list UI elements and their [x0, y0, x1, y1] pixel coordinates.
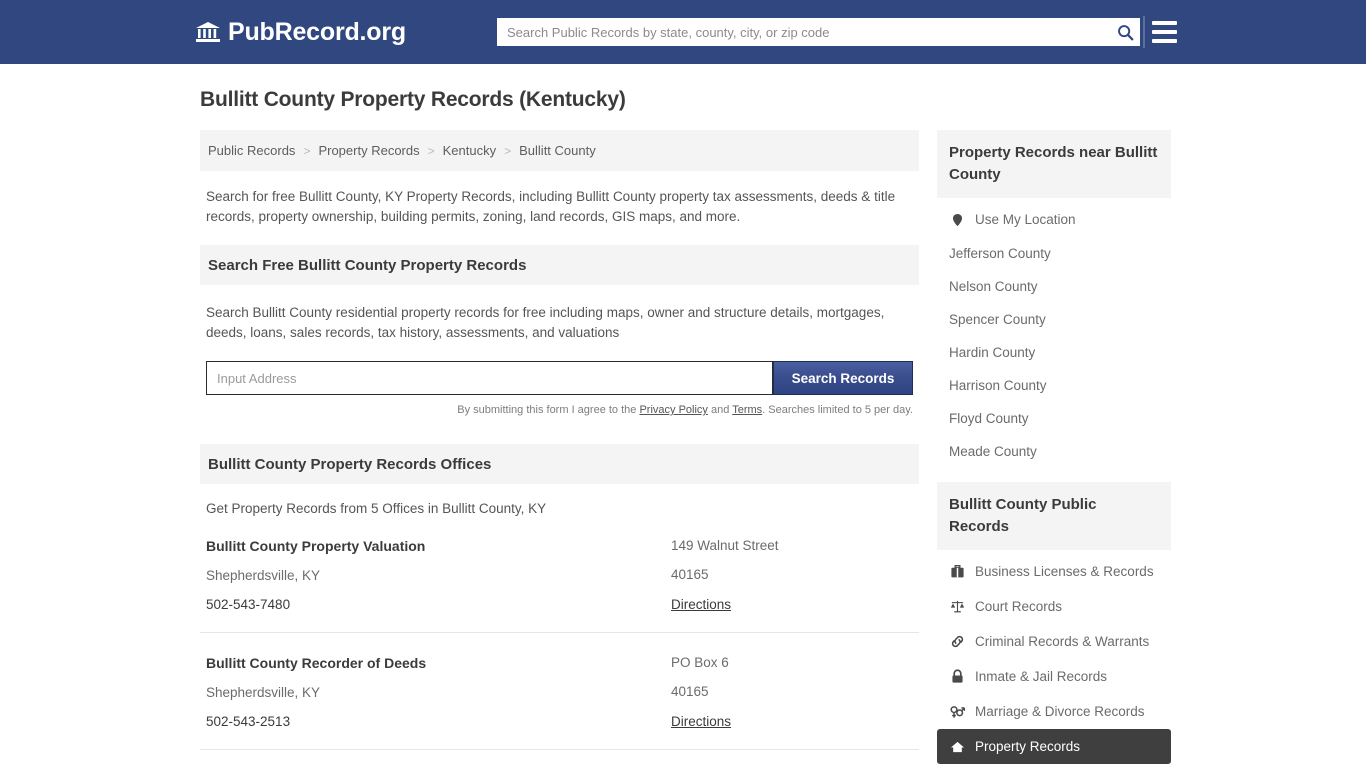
- breadcrumb: Public Records > Property Records > Kent…: [200, 130, 919, 171]
- breadcrumb-separator-icon: >: [504, 143, 512, 158]
- house-icon: [949, 738, 966, 755]
- content-columns: Public Records > Property Records > Kent…: [200, 130, 1171, 768]
- hamburger-bar: [1152, 39, 1177, 43]
- sidebar-item-court-records[interactable]: Court Records: [937, 589, 1171, 624]
- hamburger-bar: [1152, 21, 1177, 25]
- hamburger-bar: [1152, 30, 1177, 34]
- office-city: Shepherdsville, KY: [206, 685, 321, 700]
- office-right-column: 149 Walnut Street 40165 Directions: [671, 538, 913, 614]
- sidebar-item-label: Marriage & Divorce Records: [974, 704, 1145, 719]
- sidebar-item-label: Court Records: [974, 599, 1063, 614]
- brand-logo-link[interactable]: PubRecord.org: [195, 18, 406, 47]
- offices-section-description: Get Property Records from 5 Offices in B…: [206, 501, 547, 516]
- directions-link[interactable]: Directions: [671, 597, 731, 612]
- office-city: Shepherdsville, KY: [206, 568, 321, 583]
- office-phone[interactable]: 502-543-7480: [206, 597, 671, 612]
- disclaimer-and: and: [707, 404, 733, 416]
- briefcase-icon: [949, 563, 966, 580]
- sidebar-item-marriage-divorce-records[interactable]: Marriage & Divorce Records: [937, 694, 1171, 729]
- office-zip: 40165: [671, 684, 709, 699]
- sidebar-item-label: Property Records: [974, 739, 1081, 754]
- sidebar-item-nelson-county[interactable]: Nelson County: [937, 270, 1171, 303]
- sidebar-item-label: Meade County: [948, 444, 1037, 459]
- sidebar-item-inmate-jail-records[interactable]: Inmate & Jail Records: [937, 659, 1171, 694]
- sidebar-item-criminal-records[interactable]: Criminal Records & Warrants: [937, 624, 1171, 659]
- breadcrumb-item-public-records[interactable]: Public Records: [208, 143, 295, 158]
- search-section-description: Search Bullitt County residential proper…: [206, 305, 885, 340]
- sidebar-item-label: Spencer County: [948, 312, 1046, 327]
- terms-link[interactable]: Terms: [732, 404, 762, 416]
- sidebar-item-label: Harrison County: [948, 378, 1047, 393]
- sidebar-public-records-list: Business Licenses & Records Court Record…: [936, 550, 1171, 764]
- sidebar-item-floyd-county[interactable]: Floyd County: [937, 402, 1171, 435]
- lock-icon: [949, 668, 966, 685]
- sidebar-item-label: Use My Location: [974, 212, 1076, 227]
- office-right-column: PO Box 6 40165 Directions: [671, 655, 913, 731]
- address-search-form: Search Records: [206, 361, 913, 395]
- offices-section-heading: Bullitt County Property Records Offices: [200, 444, 919, 484]
- sidebar-nearby-list: Use My Location Jefferson County Nelson …: [937, 198, 1171, 468]
- office-left-column: Bullitt County Recorder of Deeds Shepher…: [206, 655, 671, 731]
- directions-link[interactable]: Directions: [671, 714, 731, 729]
- office-left-column: Bullitt County Property Valuation Shephe…: [206, 538, 671, 614]
- page-title: Bullitt County Property Records (Kentuck…: [200, 88, 626, 111]
- search-icon[interactable]: [1110, 18, 1140, 46]
- sidebar-item-label: Inmate & Jail Records: [974, 669, 1108, 684]
- sidebar-item-label: Nelson County: [948, 279, 1038, 294]
- office-zip: 40165: [671, 567, 709, 582]
- breadcrumb-separator-icon: >: [427, 143, 435, 158]
- sidebar-item-jefferson-county[interactable]: Jefferson County: [937, 237, 1171, 270]
- intro-paragraph: Search for free Bullitt County, KY Prope…: [206, 189, 896, 224]
- office-address: 149 Walnut Street: [671, 538, 779, 553]
- sidebar-item-hardin-county[interactable]: Hardin County: [937, 336, 1171, 369]
- office-name: Bullitt County Recorder of Deeds: [206, 655, 427, 671]
- sidebar-item-label: Jefferson County: [948, 246, 1051, 261]
- sidebar-item-label: Floyd County: [948, 411, 1029, 426]
- sidebar: Property Records near Bullitt County Use…: [936, 130, 1171, 768]
- sidebar-item-label: Hardin County: [948, 345, 1036, 360]
- hamburger-menu-icon[interactable]: [1152, 19, 1177, 45]
- bank-icon: [195, 19, 221, 45]
- sidebar-item-label: Business Licenses & Records: [974, 564, 1154, 579]
- sidebar-item-property-records[interactable]: Property Records: [936, 729, 1171, 764]
- office-address: PO Box 6: [671, 655, 729, 670]
- table-row: Bullitt County Recorder of Deeds Shepher…: [200, 633, 919, 750]
- table-row: Bullitt County Property Valuation Shephe…: [200, 516, 919, 633]
- page-container: Bullitt County Property Records (Kentuck…: [0, 64, 1366, 768]
- disclaimer-suffix: . Searches limited to 5 per day.: [762, 404, 913, 416]
- search-section-heading: Search Free Bullitt County Property Reco…: [200, 245, 919, 285]
- scales-icon: [949, 598, 966, 615]
- sidebar-nearby-heading: Property Records near Bullitt County: [936, 130, 1171, 198]
- breadcrumb-item-bullitt-county[interactable]: Bullitt County: [519, 143, 596, 158]
- sidebar-item-business-licenses[interactable]: Business Licenses & Records: [937, 554, 1171, 589]
- sidebar-item-label: Criminal Records & Warrants: [974, 634, 1150, 649]
- search-section-body: Search Bullitt County residential proper…: [200, 285, 919, 416]
- sidebar-item-spencer-county[interactable]: Spencer County: [937, 303, 1171, 336]
- gender-symbols-icon: [949, 703, 966, 720]
- address-input[interactable]: [206, 361, 773, 395]
- privacy-policy-link[interactable]: Privacy Policy: [639, 404, 707, 416]
- site-header: PubRecord.org: [0, 0, 1366, 64]
- search-records-button[interactable]: Search Records: [772, 361, 913, 395]
- breadcrumb-item-kentucky[interactable]: Kentucky: [443, 143, 496, 158]
- main-column: Public Records > Property Records > Kent…: [200, 130, 919, 768]
- breadcrumb-item-property-records[interactable]: Property Records: [318, 143, 419, 158]
- sidebar-public-records-heading: Bullitt County Public Records: [936, 482, 1171, 550]
- form-disclaimer: By submitting this form I agree to the P…: [206, 404, 913, 416]
- map-pin-icon: [949, 211, 966, 228]
- sidebar-item-meade-county[interactable]: Meade County: [937, 435, 1171, 468]
- sidebar-item-harrison-county[interactable]: Harrison County: [937, 369, 1171, 402]
- brand-name: PubRecord.org: [228, 17, 406, 46]
- breadcrumb-separator-icon: >: [303, 143, 311, 158]
- disclaimer-prefix: By submitting this form I agree to the: [457, 404, 640, 416]
- office-phone[interactable]: 502-543-2513: [206, 714, 671, 729]
- table-row: Bullitt County Treasurer's Office Shephe…: [200, 750, 919, 768]
- header-search-bar: [497, 18, 1140, 46]
- chain-link-icon: [949, 633, 966, 650]
- search-input[interactable]: [497, 18, 1110, 46]
- sidebar-item-use-my-location[interactable]: Use My Location: [937, 202, 1171, 237]
- header-divider: [1143, 16, 1145, 48]
- office-name: Bullitt County Property Valuation: [206, 538, 426, 554]
